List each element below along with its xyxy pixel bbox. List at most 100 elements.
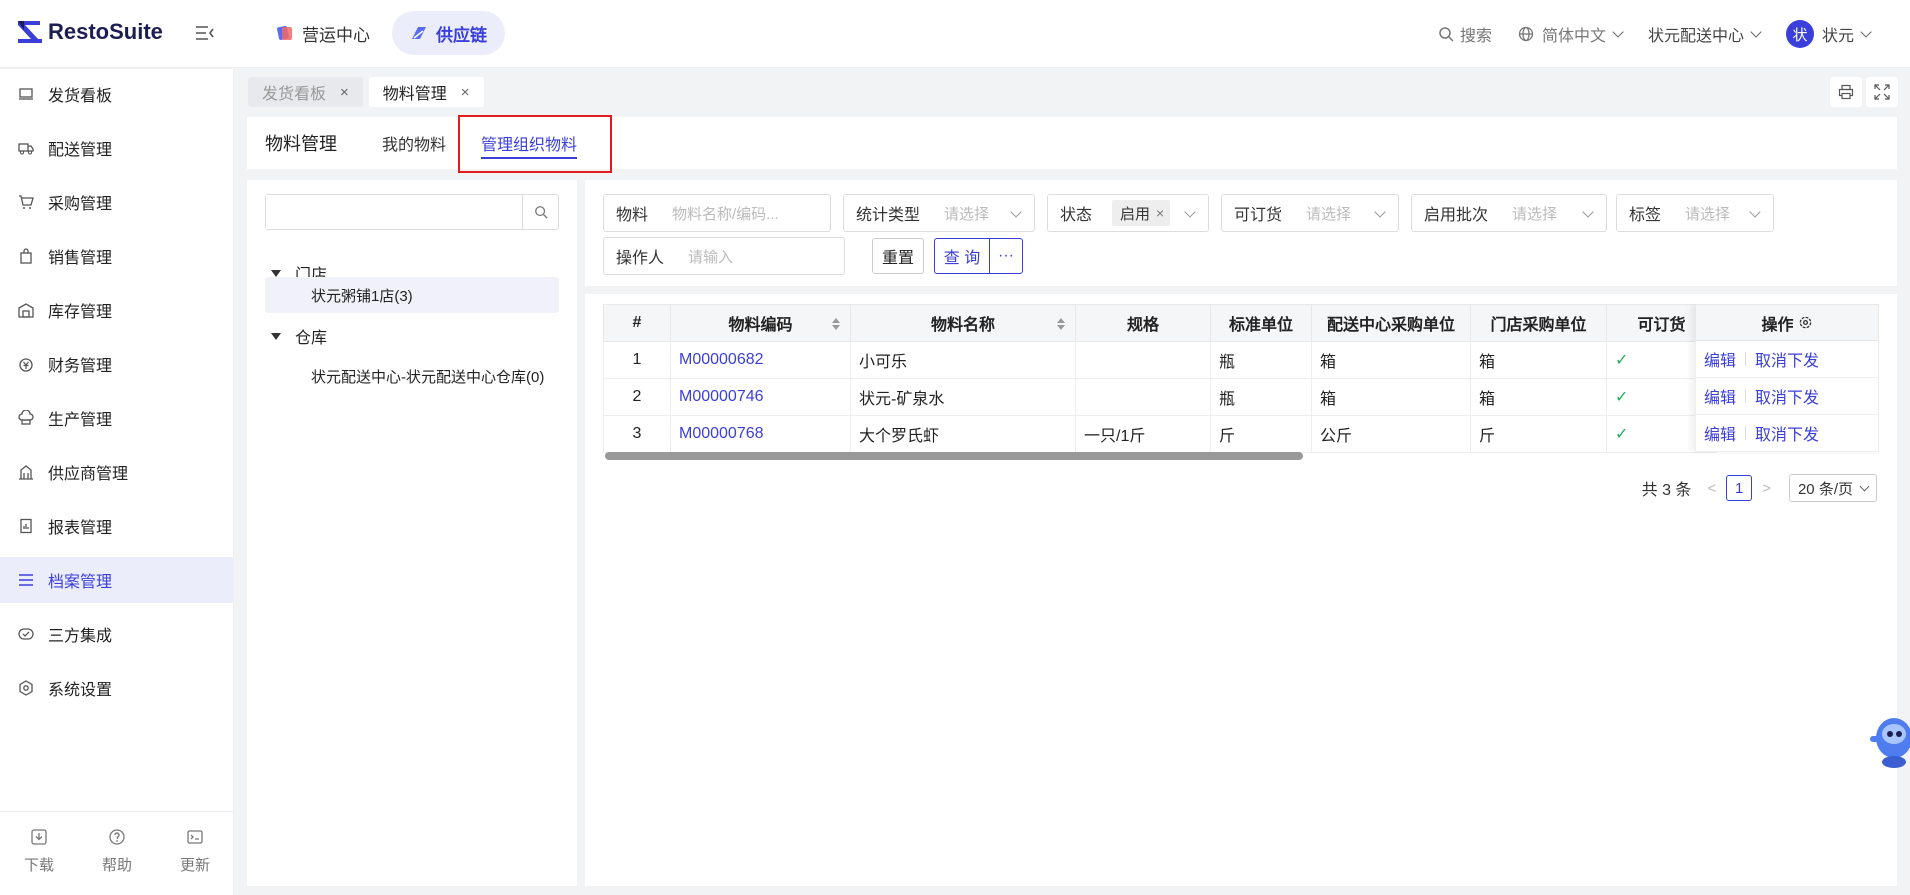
tree-search-button[interactable] (522, 195, 558, 229)
reset-button[interactable]: 重置 (872, 238, 924, 274)
help-button[interactable]: 帮助 (102, 828, 132, 895)
avatar: 状 (1785, 20, 1814, 48)
tree-group-warehouse[interactable]: 仓库 (265, 318, 327, 354)
sort-icon[interactable] (1057, 318, 1065, 330)
col-name[interactable]: 物料名称 (850, 304, 1076, 342)
prev-page-button[interactable]: < (1707, 480, 1716, 497)
restosuite-logo-icon (18, 21, 42, 43)
integration-icon (18, 628, 34, 640)
batch-filter[interactable]: 启用批次 请选择 (1411, 194, 1607, 232)
operations-row: 编辑 取消下发 (1695, 415, 1879, 452)
divider (1745, 352, 1747, 366)
material-code-link[interactable]: M00000768 (679, 425, 764, 442)
filter-label: 统计类型 (856, 207, 921, 224)
cancel-distribution-link[interactable]: 取消下发 (1755, 421, 1819, 445)
material-code-link[interactable]: M00000682 (679, 351, 764, 368)
sidebar-item-label: 采购管理 (48, 196, 113, 213)
pagination: 共 3 条 < 1 > 20 条/页 (1642, 474, 1877, 502)
page-number-button[interactable]: 1 (1726, 475, 1753, 501)
sidebar-item-supplier[interactable]: 供应商管理 (0, 449, 234, 495)
print-button[interactable] (1830, 77, 1862, 107)
status-tag-label: 启用 (1120, 205, 1151, 223)
sidebar-item-production[interactable]: 生产管理 (0, 395, 234, 441)
truck-icon (18, 143, 34, 155)
cancel-distribution-link[interactable]: 取消下发 (1755, 347, 1819, 371)
cell-name: 状元-矿泉水 (850, 378, 1076, 416)
edit-link[interactable]: 编辑 (1704, 384, 1736, 408)
warehouse-icon (18, 303, 34, 318)
user-menu[interactable]: 状 状元 (1785, 20, 1872, 48)
sidebar-item-purchase[interactable]: 采购管理 (0, 179, 234, 225)
help-icon (109, 829, 125, 845)
more-filters-button[interactable]: ··· (989, 238, 1023, 274)
settings-gear-icon[interactable] (1798, 315, 1813, 330)
language-select[interactable]: 简体中文 (1518, 22, 1624, 46)
divider (1745, 389, 1747, 403)
cell-store-unit: 斤 (1470, 415, 1607, 453)
sidebar-item-integration[interactable]: 三方集成 (0, 611, 234, 657)
filter-label: 启用批次 (1424, 207, 1489, 224)
cell-dc-unit: 公斤 (1311, 415, 1471, 453)
sidebar-item-settings[interactable]: 系统设置 (0, 665, 234, 711)
material-code-link[interactable]: M00000746 (679, 388, 764, 405)
material-filter[interactable]: 物料 物料名称/编码... (603, 194, 831, 232)
status-filter[interactable]: 状态 启用 × (1047, 194, 1209, 232)
sidebar-item-archive[interactable]: 档案管理 (0, 557, 234, 603)
cell-unit: 瓶 (1210, 378, 1312, 416)
nav-operations-center[interactable]: 营运中心 (258, 11, 388, 55)
collapse-menu-icon[interactable] (195, 24, 215, 42)
table-row: 1 M00000682 小可乐 瓶 箱 箱 ✓ (603, 341, 1717, 379)
edit-link[interactable]: 编辑 (1704, 421, 1736, 445)
nav-supply-chain[interactable]: 供应链 (392, 11, 505, 55)
page-size-select[interactable]: 20 条/页 (1788, 474, 1877, 502)
query-button[interactable]: 查 询 (934, 238, 990, 274)
sidebar-item-label: 档案管理 (48, 574, 113, 591)
close-icon[interactable]: × (461, 84, 470, 101)
assistant-mascot-icon[interactable] (1866, 708, 1910, 774)
language-label: 简体中文 (1541, 28, 1606, 45)
tab-material-management[interactable]: 物料管理 × (368, 77, 484, 107)
cancel-distribution-link[interactable]: 取消下发 (1755, 384, 1819, 408)
sidebar-item-shipping-board[interactable]: 发货看板 (0, 71, 234, 117)
tag-filter[interactable]: 标签 请选择 (1616, 194, 1774, 232)
update-button[interactable]: 更新 (180, 828, 210, 895)
tab-my-materials[interactable]: 我的物料 (382, 117, 446, 169)
top-bar: RestoSuite 营运中心 供应链 搜索 简体中文 状元配送中心 状 状元 (0, 0, 1910, 68)
close-icon[interactable]: × (1156, 205, 1164, 221)
stat-type-filter[interactable]: 统计类型 请选择 (843, 194, 1035, 232)
app-logo[interactable]: RestoSuite (16, 18, 163, 46)
cell-index: 1 (603, 341, 671, 379)
sidebar-item-report[interactable]: 报表管理 (0, 503, 234, 549)
tree-item-warehouse-1[interactable]: 状元配送中心-状元配送中心仓库(0) (265, 358, 559, 394)
tree-item-store-1[interactable]: 状元粥铺1店(3) (265, 277, 559, 313)
bag-icon (20, 248, 32, 264)
edit-link[interactable]: 编辑 (1704, 347, 1736, 371)
caret-down-icon[interactable] (271, 269, 281, 277)
chevron-down-icon (1374, 206, 1386, 218)
cell-spec: 一只/1斤 (1075, 415, 1211, 453)
close-icon[interactable]: × (340, 84, 349, 101)
total-count: 共 3 条 (1641, 482, 1692, 499)
download-button[interactable]: 下载 (24, 828, 54, 895)
operator-filter[interactable]: 操作人 请输入 (603, 237, 845, 275)
tab-label: 物料管理 (382, 86, 447, 103)
global-search[interactable]: 搜索 (1438, 22, 1492, 46)
search-icon (1439, 27, 1454, 42)
chevron-down-icon (1612, 26, 1624, 38)
tab-shipping-board[interactable]: 发货看板 × (248, 77, 363, 107)
sidebar-item-inventory[interactable]: 库存管理 (0, 287, 234, 333)
sidebar-item-finance[interactable]: 财务管理 (0, 341, 234, 387)
sidebar-item-delivery[interactable]: 配送管理 (0, 125, 234, 171)
app-name: RestoSuite (48, 19, 163, 44)
orderable-filter[interactable]: 可订货 请选择 (1221, 194, 1399, 232)
sort-icon[interactable] (832, 318, 840, 330)
sidebar-item-sales[interactable]: 销售管理 (0, 233, 234, 279)
next-page-button[interactable]: > (1762, 480, 1771, 497)
org-select[interactable]: 状元配送中心 (1648, 22, 1762, 46)
tree-search-input[interactable] (266, 195, 522, 229)
filter-label: 状态 (1060, 207, 1093, 224)
fullscreen-button[interactable] (1866, 77, 1898, 107)
caret-down-icon[interactable] (271, 332, 281, 340)
col-code[interactable]: 物料编码 (670, 304, 851, 342)
horizontal-scrollbar[interactable] (605, 452, 1303, 460)
